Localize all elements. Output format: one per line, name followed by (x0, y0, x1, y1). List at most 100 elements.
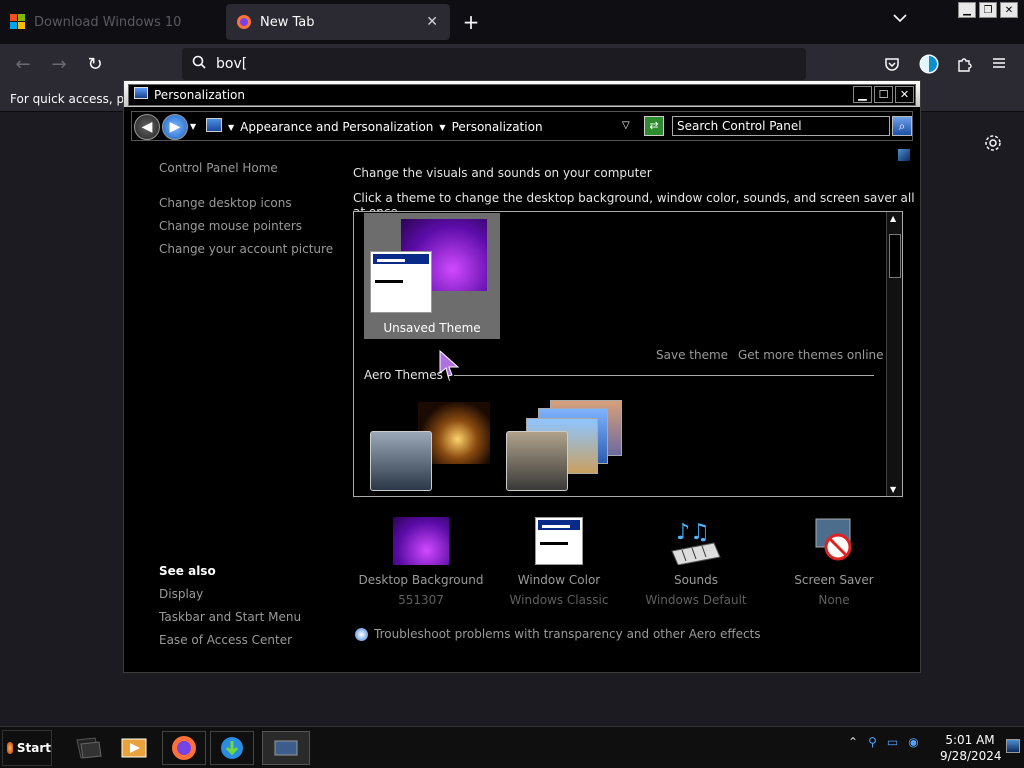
minimize-icon[interactable]: ▁ (958, 2, 976, 18)
help-icon[interactable] (898, 149, 910, 161)
windows-logo-icon (10, 14, 26, 30)
address-bar: ◀ ▶ ▼ ▼ Appearance and Personalization ▼… (131, 111, 913, 141)
search-icon[interactable]: ⌕ (892, 116, 912, 136)
scroll-up-icon[interactable]: ▲ (890, 214, 896, 223)
start-button[interactable]: Start (2, 730, 52, 766)
taskbar-start-menu-link[interactable]: Taskbar and Start Menu (159, 610, 301, 624)
screen-saver-icon (806, 517, 862, 565)
minimize-icon[interactable]: ▁ (853, 86, 872, 103)
refresh-icon[interactable]: ⇄ (644, 116, 664, 136)
firefox-taskbar-icon[interactable] (162, 731, 206, 765)
window-color-icon (535, 517, 583, 565)
chevron-down-icon[interactable]: ▼ (439, 123, 445, 132)
page-title: Change the visuals and sounds on your co… (353, 166, 652, 180)
menu-icon[interactable] (992, 56, 1006, 74)
breadcrumb-appearance[interactable]: Appearance and Personalization (240, 120, 433, 134)
divider (454, 375, 874, 376)
change-account-picture-link[interactable]: Change your account picture (159, 242, 333, 256)
see-also-heading: See also (159, 564, 216, 578)
bookmarks-hint: For quick access, plac (10, 92, 142, 106)
chevron-down-icon[interactable]: ▼ (190, 122, 196, 131)
save-theme-link[interactable]: Save theme (656, 348, 728, 362)
account-icon[interactable] (919, 54, 939, 78)
clock-date: 9/28/2024 (940, 749, 1002, 763)
scroll-down-icon[interactable]: ▼ (890, 485, 896, 494)
window-color-setting[interactable]: Window Color Windows Classic (494, 517, 624, 607)
clock[interactable]: 5:01 AM 9/28/2024 (940, 732, 1002, 764)
browser-window-controls: ▁ ❐ ✕ (958, 2, 1018, 18)
setting-label: Desktop Background (358, 573, 484, 587)
clock-time: 5:01 AM (945, 733, 995, 747)
scrollbar-thumb[interactable] (889, 234, 901, 278)
explorer-icon[interactable] (66, 731, 110, 765)
setting-value: Windows Classic (509, 593, 609, 607)
change-mouse-pointers-link[interactable]: Change mouse pointers (159, 219, 302, 233)
maximize-icon[interactable]: ☐ (874, 86, 893, 103)
history-dropdown-icon[interactable]: ▽ (622, 120, 630, 131)
network-icon[interactable]: ⚲ (868, 735, 877, 749)
volume-icon[interactable]: ◉ (908, 735, 918, 749)
control-panel-icon (206, 118, 222, 132)
search-input[interactable]: Search Control Panel (672, 116, 890, 136)
chevron-down-icon[interactable]: ▼ (228, 123, 234, 132)
svg-text:♪♫: ♪♫ (676, 520, 710, 545)
show-hidden-icons[interactable]: ⌃ (848, 735, 858, 749)
download-manager-icon[interactable] (210, 731, 254, 765)
setting-label: Sounds (673, 573, 719, 587)
theme-list-scrollbar[interactable]: ▲ ▼ (886, 212, 902, 496)
breadcrumb-personalization[interactable]: Personalization (452, 120, 543, 134)
close-icon[interactable]: ✕ (895, 86, 914, 103)
desktop-background-setting[interactable]: Desktop Background 551307 (356, 517, 486, 607)
url-input[interactable]: bov[ (216, 56, 247, 72)
control-panel-icon (134, 87, 148, 99)
back-arrow-icon[interactable]: ← (12, 54, 34, 75)
display-icon[interactable]: ▭ (887, 735, 898, 749)
window-title-bar[interactable]: Personalization ▁ ☐ ✕ (124, 81, 920, 107)
window-title: Personalization (154, 88, 245, 102)
browser-tab-bar: Download Windows 10 New Tab ✕ + ▁ ❐ ✕ (0, 0, 1024, 44)
theme-window-preview (370, 251, 432, 313)
gear-icon[interactable] (984, 134, 1002, 157)
firefox-icon (236, 14, 252, 30)
control-panel-home-link[interactable]: Control Panel Home (159, 161, 278, 175)
extensions-icon[interactable] (956, 56, 972, 76)
chevron-down-icon[interactable] (893, 12, 907, 26)
troubleshoot-label: Troubleshoot problems with transparency … (374, 627, 761, 641)
personalization-window: Personalization ▁ ☐ ✕ ◀ ▶ ▼ ▼ Appearance… (123, 80, 921, 673)
search-icon (192, 55, 206, 73)
setting-value: 551307 (398, 593, 444, 607)
restore-icon[interactable]: ❐ (979, 2, 997, 18)
forward-arrow-icon[interactable]: → (48, 54, 70, 75)
forward-button[interactable]: ▶ (162, 114, 188, 140)
theme-window-preview (370, 431, 432, 491)
theme-list: Unsaved Theme Save theme Get more themes… (353, 211, 903, 497)
troubleshoot-link[interactable]: Troubleshoot problems with transparency … (355, 627, 761, 641)
show-desktop-button[interactable] (1006, 739, 1020, 753)
system-tray: ⌃ ⚲ ▭ ◉ (848, 735, 919, 749)
display-link[interactable]: Display (159, 587, 203, 601)
setting-label: Window Color (517, 573, 601, 587)
shield-icon (355, 627, 368, 641)
tab-download-windows[interactable]: Download Windows 10 (0, 4, 226, 40)
unsaved-theme-tile[interactable]: Unsaved Theme (364, 213, 500, 339)
reload-icon[interactable]: ↻ (84, 54, 106, 75)
back-button[interactable]: ◀ (134, 114, 160, 140)
new-tab-button[interactable]: + (460, 10, 482, 34)
tab-label: New Tab (260, 14, 315, 30)
close-tab-icon[interactable]: ✕ (426, 14, 438, 30)
desktop-background-icon (393, 517, 449, 565)
tab-new-tab[interactable]: New Tab ✕ (226, 4, 450, 40)
screen-saver-setting[interactable]: Screen Saver None (769, 517, 899, 607)
url-bar[interactable]: bov[ (182, 48, 806, 80)
sounds-setting[interactable]: ♪♫ Sounds Windows Default (631, 517, 761, 607)
mouse-cursor-icon (438, 349, 460, 380)
ease-of-access-link[interactable]: Ease of Access Center (159, 633, 292, 647)
control-panel-taskbar-icon[interactable] (262, 731, 310, 765)
change-desktop-icons-link[interactable]: Change desktop icons (159, 196, 292, 210)
close-icon[interactable]: ✕ (1000, 2, 1018, 18)
setting-label: Screen Saver (794, 573, 874, 587)
get-more-themes-link[interactable]: Get more themes online (738, 348, 884, 362)
pocket-icon[interactable] (884, 56, 900, 76)
sounds-icon: ♪♫ (668, 517, 724, 566)
media-player-icon[interactable] (112, 731, 156, 765)
